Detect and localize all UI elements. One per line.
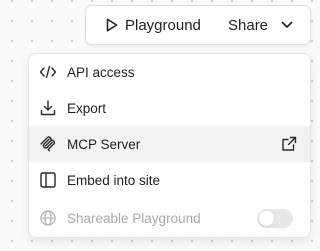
playground-label: Playground <box>125 16 201 34</box>
menu-item-shareable-playground: Shareable Playground <box>29 200 310 236</box>
external-link-icon[interactable] <box>281 136 297 152</box>
menu-item-label: MCP Server <box>67 136 141 152</box>
playground-button[interactable]: Playground <box>106 6 201 44</box>
toggle-knob <box>259 210 274 226</box>
share-button[interactable]: Share <box>228 6 293 44</box>
menu-item-embed-into-site[interactable]: Embed into site <box>29 162 310 198</box>
code-icon <box>39 63 57 81</box>
menu-item-mcp-server[interactable]: MCP Server <box>29 126 310 162</box>
shareable-playground-toggle[interactable] <box>257 208 293 228</box>
embed-panel-icon <box>39 171 57 189</box>
menu-item-api-access[interactable]: API access <box>29 54 310 90</box>
chevron-down-icon <box>281 21 293 29</box>
menu-item-label: Shareable Playground <box>67 210 201 226</box>
menu-item-label: Embed into site <box>67 172 161 188</box>
mcp-icon <box>39 135 57 153</box>
globe-icon <box>39 209 57 227</box>
share-label: Share <box>228 16 269 34</box>
download-icon <box>39 99 57 117</box>
menu-item-label: API access <box>67 64 135 80</box>
menu-item-label: Export <box>67 100 107 116</box>
menu-item-export[interactable]: Export <box>29 90 310 126</box>
share-menu: API access Export MCP Server Embed into … <box>28 53 311 238</box>
topbar: Playground Share <box>85 5 311 45</box>
play-icon <box>106 18 118 32</box>
